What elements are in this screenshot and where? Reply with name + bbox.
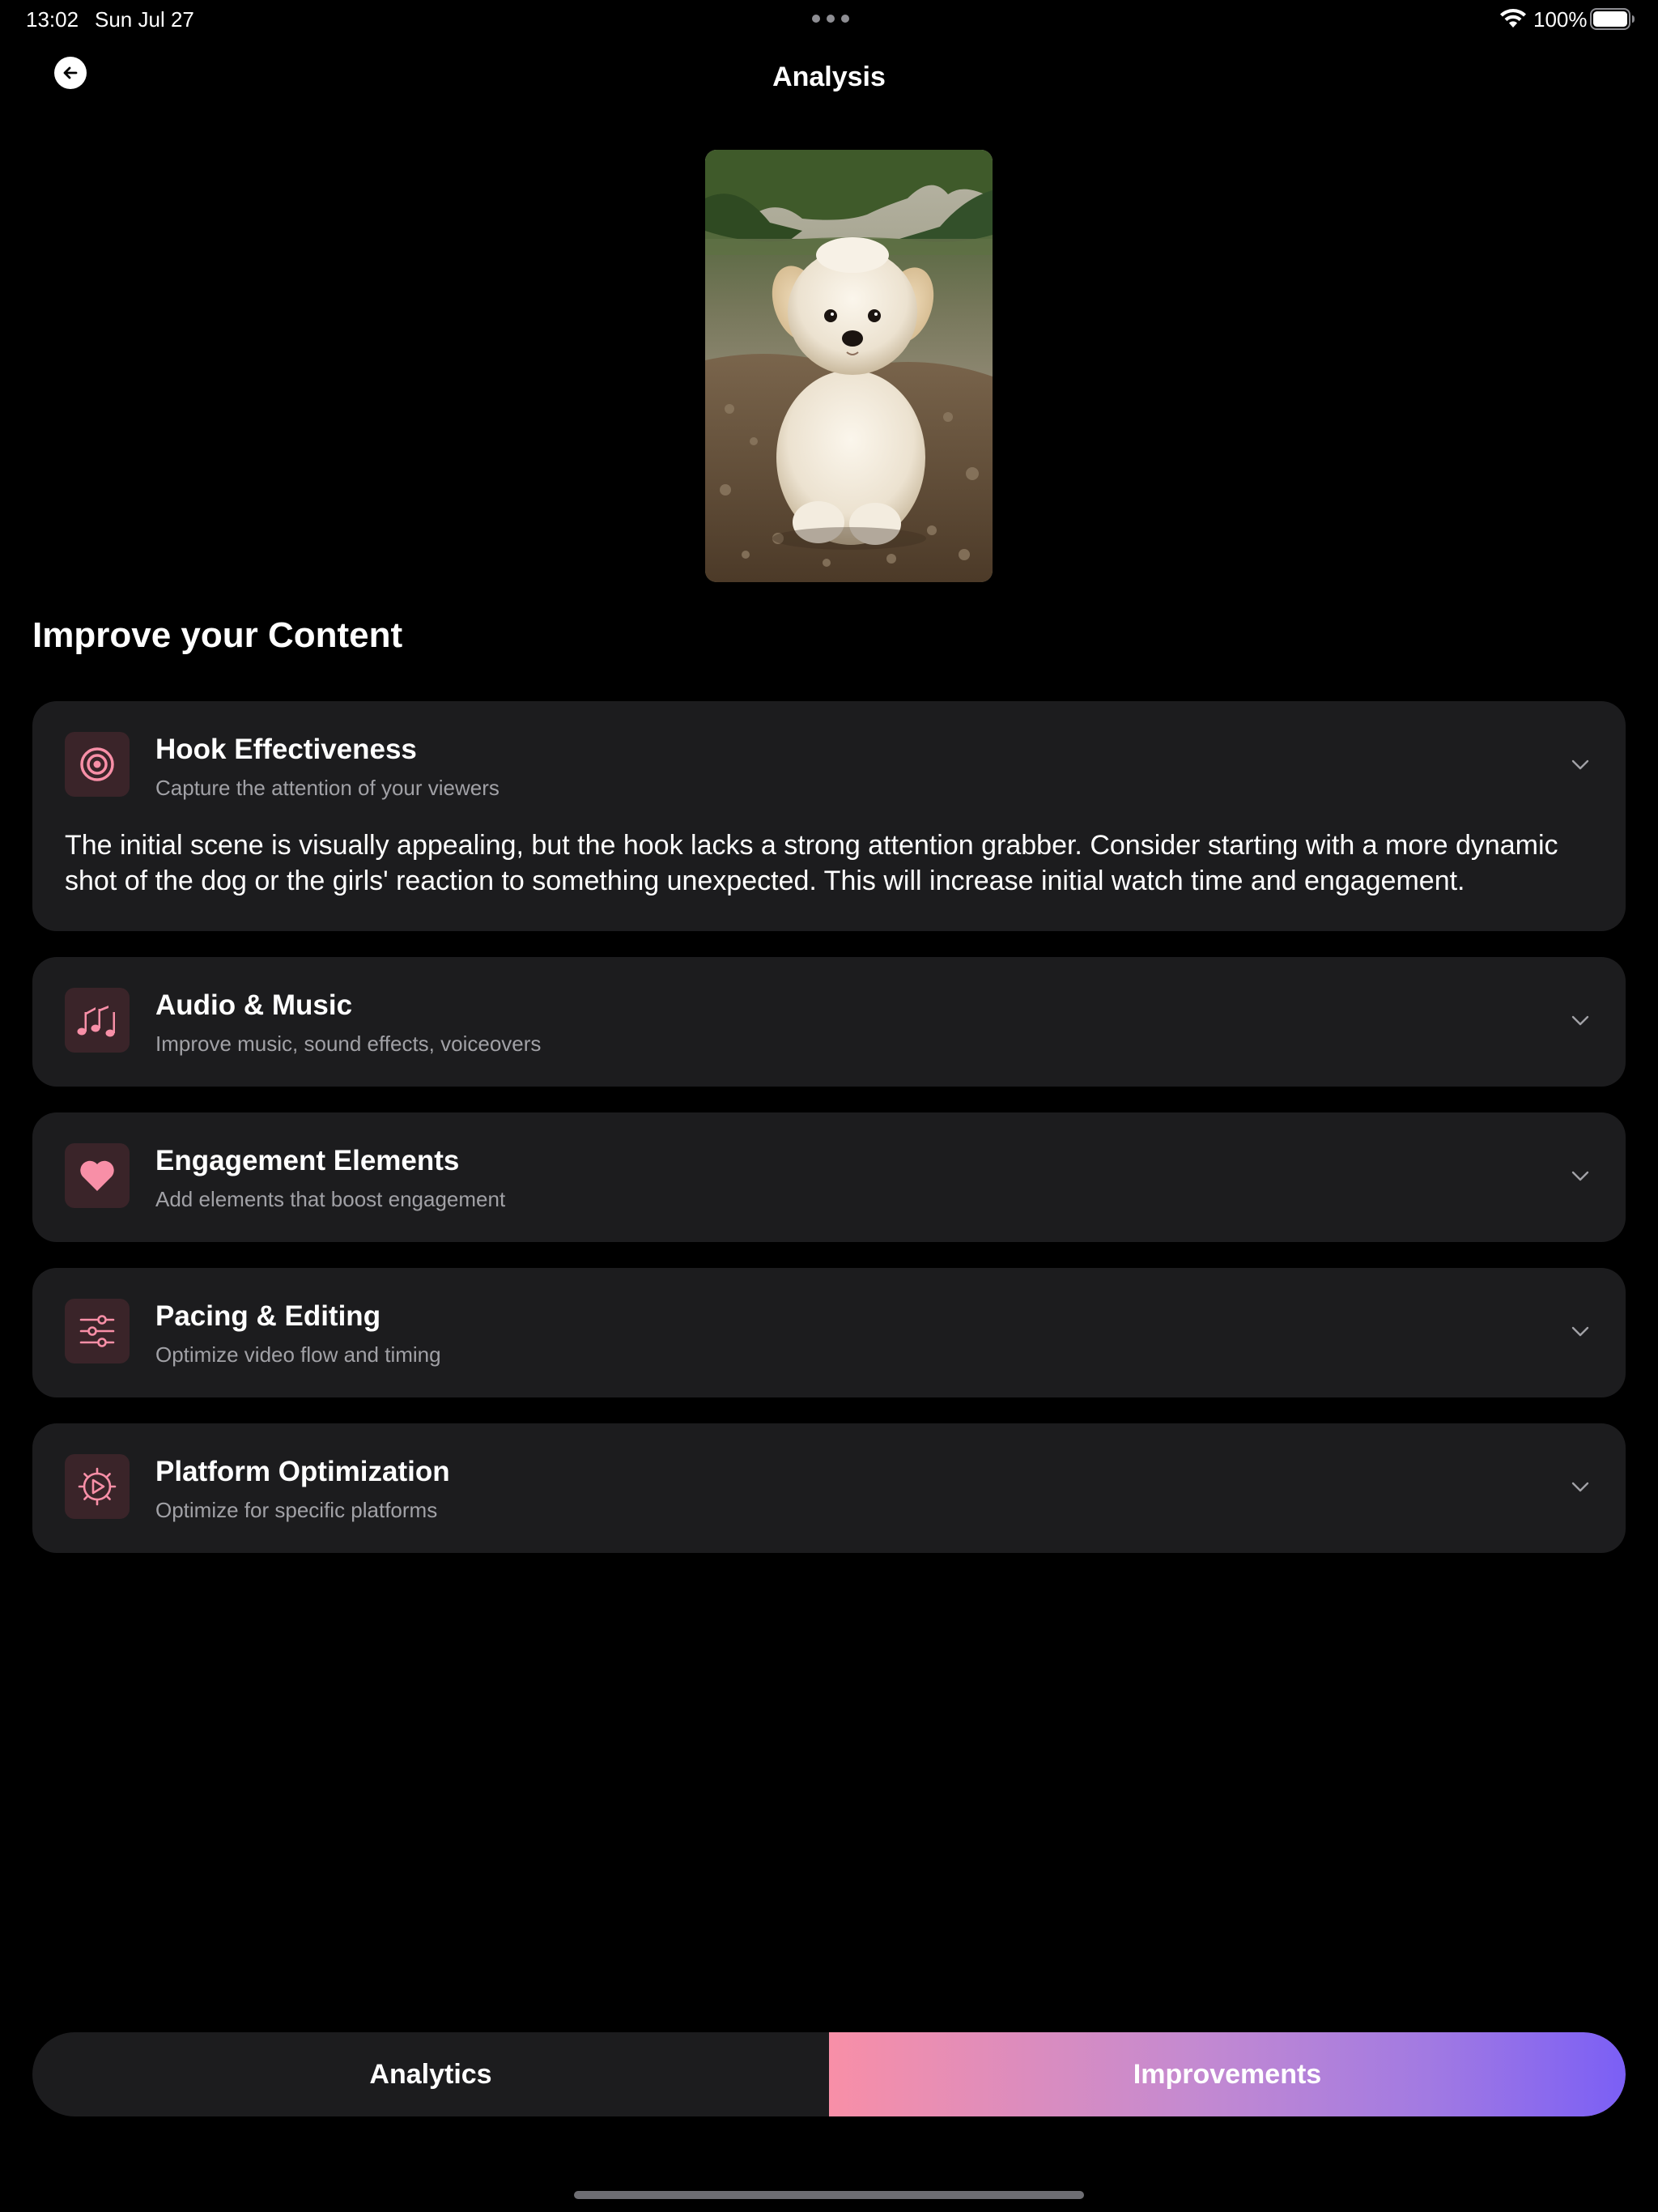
- card-title: Audio & Music: [155, 989, 353, 1021]
- card-subtitle: Optimize for specific platforms: [155, 1498, 438, 1522]
- target-icon: [80, 747, 114, 781]
- multitasking-dots-icon[interactable]: [812, 15, 849, 23]
- card-subtitle: Capture the attention of your viewers: [155, 776, 500, 800]
- card-title: Pacing & Editing: [155, 1300, 381, 1332]
- analysis-screen: 13:02 Sun Jul 27 100% Analysis Improve y…: [0, 0, 1658, 2212]
- chevron-down-icon[interactable]: [1567, 1318, 1593, 1344]
- card-icon-box: [65, 988, 130, 1053]
- card-icon-box: [65, 732, 130, 797]
- battery-icon: [1590, 8, 1635, 30]
- video-thumbnail[interactable]: [705, 150, 993, 582]
- gear-play-icon: [78, 1467, 117, 1506]
- chevron-down-icon[interactable]: [1567, 1007, 1593, 1033]
- puppy-image: [705, 150, 993, 582]
- card-platform-optimization[interactable]: Platform Optimization Optimize for speci…: [32, 1423, 1626, 1553]
- wifi-icon: [1500, 9, 1526, 28]
- card-icon-box: [65, 1454, 130, 1519]
- card-hook-effectiveness[interactable]: Hook Effectiveness Capture the attention…: [32, 701, 1626, 931]
- chevron-down-icon[interactable]: [1567, 1163, 1593, 1189]
- status-time: 13:02: [26, 7, 79, 32]
- status-date: Sun Jul 27: [95, 7, 194, 32]
- card-pacing-editing[interactable]: Pacing & Editing Optimize video flow and…: [32, 1268, 1626, 1397]
- card-engagement-elements[interactable]: Engagement Elements Add elements that bo…: [32, 1112, 1626, 1242]
- card-title: Engagement Elements: [155, 1145, 460, 1176]
- card-audio-music[interactable]: Audio & Music Improve music, sound effec…: [32, 957, 1626, 1087]
- music-notes-icon: [77, 1006, 115, 1037]
- sliders-icon: [79, 1315, 115, 1347]
- card-subtitle: Improve music, sound effects, voiceovers: [155, 1032, 542, 1056]
- chevron-down-icon[interactable]: [1567, 1474, 1593, 1499]
- home-indicator[interactable]: [574, 2191, 1084, 2199]
- page-title: Analysis: [772, 62, 886, 92]
- card-body-text: The initial scene is visually appealing,…: [65, 830, 1558, 896]
- status-bar: 13:02 Sun Jul 27 100%: [0, 0, 1658, 39]
- card-icon-box: [65, 1143, 130, 1208]
- card-icon-box: [65, 1299, 130, 1363]
- card-title: Platform Optimization: [155, 1456, 450, 1487]
- section-title: Improve your Content: [32, 615, 403, 655]
- tab-analytics[interactable]: Analytics: [32, 2032, 829, 2116]
- card-title: Hook Effectiveness: [155, 734, 417, 765]
- chevron-down-icon[interactable]: [1567, 751, 1593, 777]
- card-subtitle: Optimize video flow and timing: [155, 1342, 441, 1367]
- battery-percentage: 100%: [1533, 7, 1588, 32]
- card-subtitle: Add elements that boost engagement: [155, 1187, 506, 1211]
- heart-icon: [80, 1160, 114, 1191]
- segmented-control: Analytics Improvements: [32, 2032, 1626, 2116]
- tab-improvements[interactable]: Improvements: [829, 2032, 1626, 2116]
